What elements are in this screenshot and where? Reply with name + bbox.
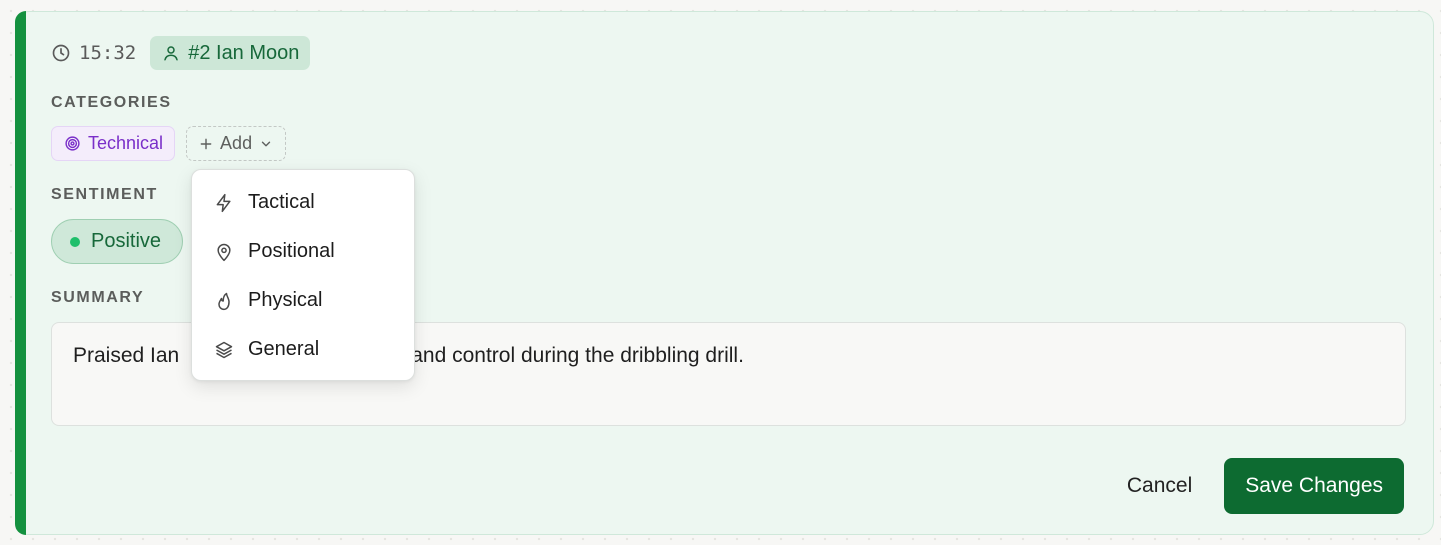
meta-row: 15:32 #2 Ian Moon xyxy=(51,36,311,70)
timestamp-text: 15:32 xyxy=(79,42,137,64)
form-actions: Cancel Save Changes xyxy=(1127,458,1404,514)
dropdown-item-tactical[interactable]: Tactical xyxy=(192,178,414,227)
note-edit-card: 15:32 #2 Ian Moon CATEGORIES Technical A… xyxy=(15,11,1434,535)
dropdown-item-general[interactable]: General xyxy=(192,325,414,374)
card-accent-bar xyxy=(15,11,26,535)
timestamp: 15:32 xyxy=(51,42,136,64)
sentiment-label: SENTIMENT xyxy=(51,186,158,203)
summary-label: SUMMARY xyxy=(51,289,145,306)
save-changes-button[interactable]: Save Changes xyxy=(1224,458,1404,514)
categories-row: Technical Add xyxy=(51,126,287,161)
player-chip-label: #2 Ian Moon xyxy=(188,41,300,64)
dropdown-item-positional[interactable]: Positional xyxy=(192,227,414,276)
categories-label: CATEGORIES xyxy=(51,94,172,111)
user-icon xyxy=(164,46,178,61)
positive-dot-icon xyxy=(70,236,80,247)
dropdown-item-label: Tactical xyxy=(248,191,315,213)
target-icon xyxy=(65,136,80,151)
category-tag-label: Technical xyxy=(88,133,164,153)
player-chip[interactable]: #2 Ian Moon xyxy=(150,36,311,70)
flame-icon xyxy=(218,292,230,310)
add-category-button[interactable]: Add xyxy=(186,126,287,161)
dropdown-item-label: Positional xyxy=(248,240,335,262)
category-tag-technical[interactable]: Technical xyxy=(51,126,176,161)
cancel-button[interactable]: Cancel xyxy=(1127,474,1192,498)
dropdown-item-label: Physical xyxy=(248,289,323,311)
sentiment-positive-label: Positive xyxy=(91,230,162,252)
map-pin-icon xyxy=(217,243,231,261)
summary-text-start: Praised Ian xyxy=(73,344,180,367)
chevron-down-icon xyxy=(261,141,271,146)
clock-icon xyxy=(52,44,70,62)
plus-icon xyxy=(200,138,212,149)
dropdown-item-label: General xyxy=(248,338,320,360)
dropdown-item-physical[interactable]: Physical xyxy=(192,276,414,325)
sentiment-positive-button[interactable]: Positive xyxy=(51,219,183,264)
layers-icon xyxy=(215,341,233,358)
add-category-label: Add xyxy=(220,133,253,153)
lightning-icon xyxy=(216,193,231,212)
category-dropdown-menu: Tactical Positional Physical General xyxy=(191,169,415,381)
summary-text-end: and control during the dribbling drill. xyxy=(411,344,744,367)
